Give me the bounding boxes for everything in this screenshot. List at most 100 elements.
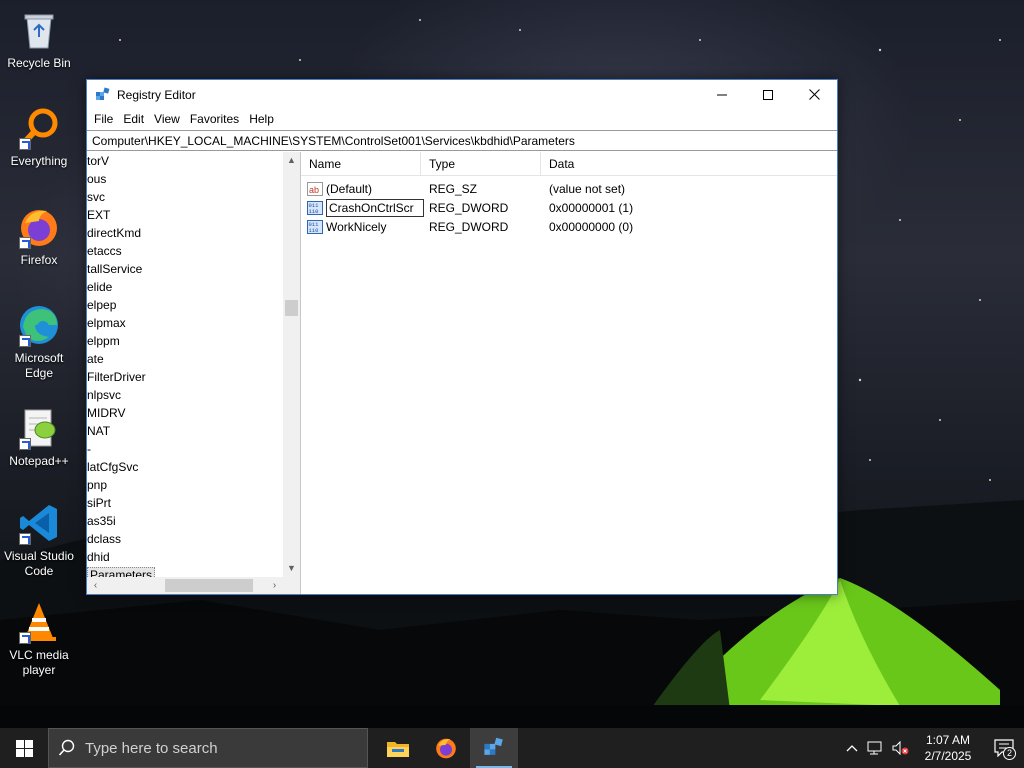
- desktop-icon-label: VLC media player: [9, 648, 69, 677]
- tree-item[interactable]: -: [87, 440, 283, 458]
- dword-value-icon: 011110: [307, 200, 323, 215]
- tree-item[interactable]: directKmd: [87, 224, 283, 242]
- title-bar[interactable]: Registry Editor: [87, 80, 837, 109]
- desktop-icon-notepadpp[interactable]: Notepad++: [2, 406, 76, 469]
- windows-logo-icon: [15, 739, 33, 757]
- search-placeholder: Type here to search: [85, 739, 218, 757]
- tree-item[interactable]: pnp: [87, 476, 283, 494]
- taskbar-firefox[interactable]: [422, 728, 470, 768]
- desktop-icon-label: Firefox: [20, 253, 58, 267]
- scroll-up-arrow-icon[interactable]: ▲: [283, 152, 300, 169]
- menu-view[interactable]: View: [149, 109, 185, 130]
- shortcut-arrow-icon: [19, 533, 31, 545]
- address-bar[interactable]: Computer\HKEY_LOCAL_MACHINE\SYSTEM\Contr…: [87, 130, 837, 151]
- vscode-icon: [17, 501, 61, 545]
- tree-item[interactable]: NAT: [87, 422, 283, 440]
- recycle-bin-icon: [17, 8, 61, 52]
- maximize-button[interactable]: [745, 80, 791, 109]
- tree-item[interactable]: nlpsvc: [87, 386, 283, 404]
- value-row-editing[interactable]: 011110 REG_DWORD 0x00000001 (1): [301, 198, 837, 217]
- values-list-pane[interactable]: Name Type Data ab (Default) REG_SZ (valu…: [301, 151, 837, 594]
- clock-time: 1:07 AM: [925, 733, 971, 747]
- tree-item[interactable]: svc: [87, 188, 283, 206]
- shortcut-arrow-icon: [19, 237, 31, 249]
- tree-item[interactable]: FilterDriver: [87, 368, 283, 386]
- value-type: REG_DWORD: [429, 219, 509, 234]
- tree-item[interactable]: elide: [87, 278, 283, 296]
- value-row[interactable]: 011 110 WorkNicely REG_DWORD 0x00000000 (…: [301, 217, 837, 236]
- tree-vertical-scrollbar[interactable]: ▲ ▼: [283, 152, 300, 577]
- firefox-icon: [17, 205, 61, 249]
- scroll-down-arrow-icon[interactable]: ▼: [283, 560, 300, 577]
- tree-item[interactable]: siPrt: [87, 494, 283, 512]
- desktop-icon-label: Recycle Bin: [7, 56, 71, 70]
- taskbar: Type here to search 1:07 AM 2/7/2025 2: [0, 728, 1024, 768]
- notification-center-button[interactable]: 2: [984, 728, 1024, 768]
- scroll-thumb[interactable]: [285, 300, 298, 316]
- start-button[interactable]: [0, 728, 48, 768]
- tree-item[interactable]: tallService: [87, 260, 283, 278]
- network-tray-button[interactable]: [864, 728, 888, 768]
- minimize-button[interactable]: [699, 80, 745, 109]
- desktop-icon-vlc[interactable]: VLC media player: [2, 600, 76, 678]
- value-row[interactable]: ab (Default) REG_SZ (value not set): [301, 179, 837, 198]
- taskbar-file-explorer[interactable]: [374, 728, 422, 768]
- taskbar-registry-editor[interactable]: [470, 728, 518, 768]
- notification-badge: 2: [1003, 747, 1016, 760]
- desktop-icon-everything[interactable]: Everything: [2, 106, 76, 169]
- tree-item[interactable]: elppm: [87, 332, 283, 350]
- shortcut-arrow-icon: [19, 335, 31, 347]
- desktop-icon-edge[interactable]: Microsoft Edge: [2, 303, 76, 381]
- tree-item[interactable]: ous: [87, 170, 283, 188]
- menu-edit[interactable]: Edit: [118, 109, 149, 130]
- tree-item[interactable]: etaccs: [87, 242, 283, 260]
- everything-search-icon: [17, 106, 61, 150]
- close-icon: [808, 89, 820, 100]
- menu-bar: File Edit View Favorites Help: [87, 109, 837, 130]
- shortcut-arrow-icon: [19, 632, 31, 644]
- desktop-icon-firefox[interactable]: Firefox: [2, 205, 76, 268]
- close-button[interactable]: [791, 80, 837, 109]
- tree-item[interactable]: elpep: [87, 296, 283, 314]
- desktop-icon-vscode[interactable]: Visual Studio Code: [2, 501, 76, 579]
- tree-item[interactable]: dhid: [87, 548, 283, 566]
- tree-item[interactable]: elpmax: [87, 314, 283, 332]
- scroll-left-arrow-icon[interactable]: ‹: [87, 577, 104, 594]
- chevron-up-icon: [846, 745, 858, 752]
- column-header-name[interactable]: Name: [301, 151, 421, 176]
- show-hidden-icons-button[interactable]: [840, 728, 864, 768]
- string-value-icon: ab: [307, 181, 323, 196]
- column-header-data[interactable]: Data: [541, 152, 691, 176]
- desktop-icon-recycle-bin[interactable]: Recycle Bin: [2, 8, 76, 71]
- tree-item[interactable]: ate: [87, 350, 283, 368]
- scroll-thumb[interactable]: [165, 579, 253, 592]
- tree-item[interactable]: torV: [87, 152, 283, 170]
- menu-file[interactable]: File: [89, 109, 118, 130]
- tree-item[interactable]: EXT: [87, 206, 283, 224]
- taskbar-search-box[interactable]: Type here to search: [48, 728, 368, 768]
- value-type: REG_SZ: [429, 181, 478, 196]
- menu-help[interactable]: Help: [244, 109, 279, 130]
- taskbar-clock[interactable]: 1:07 AM 2/7/2025: [912, 732, 984, 764]
- file-explorer-icon: [387, 742, 409, 757]
- registry-editor-window[interactable]: Registry Editor File Edit View Favorites…: [86, 79, 838, 595]
- key-tree-pane[interactable]: torV ous svc EXT directKmd etaccs tallSe…: [87, 152, 301, 594]
- tree-item[interactable]: as35i: [87, 512, 283, 530]
- network-icon: [867, 741, 882, 755]
- tree-item[interactable]: latCfgSvc: [87, 458, 283, 476]
- tree-item[interactable]: dclass: [87, 530, 283, 548]
- desktop-icon-label: Everything: [10, 154, 68, 168]
- rename-value-input[interactable]: [326, 198, 424, 217]
- menu-favorites[interactable]: Favorites: [185, 109, 244, 130]
- volume-tray-button[interactable]: [888, 728, 912, 768]
- value-data: 0x00000001 (1): [549, 200, 634, 215]
- desktop-icon-label: Visual Studio Code: [4, 549, 74, 578]
- minimize-icon: [717, 94, 727, 95]
- tree-item[interactable]: MIDRV: [87, 404, 283, 422]
- column-header-type[interactable]: Type: [421, 151, 541, 176]
- value-name: WorkNicely: [326, 219, 387, 234]
- shortcut-arrow-icon: [19, 138, 31, 150]
- tree-horizontal-scrollbar[interactable]: ‹ ›: [87, 577, 283, 594]
- scroll-right-arrow-icon[interactable]: ›: [266, 577, 283, 594]
- tree-item-selected[interactable]: Parameters: [87, 566, 283, 577]
